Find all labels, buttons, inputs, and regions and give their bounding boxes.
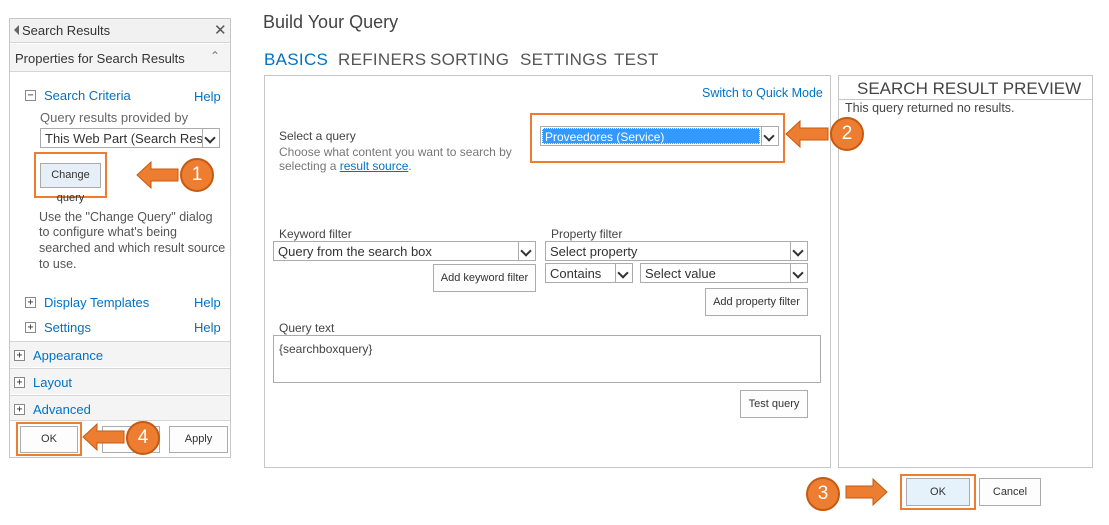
callout-badge-1: 1 (180, 158, 214, 192)
arrow-2-icon (785, 119, 829, 149)
arrow-4-icon (82, 422, 125, 452)
arrow-1-icon (136, 160, 179, 190)
callout-badge-4: 4 (126, 421, 160, 455)
arrow-3-icon (845, 477, 888, 507)
callout-badge-2: 2 (830, 117, 864, 151)
callout-badge-3: 3 (806, 477, 840, 511)
callout-arrows (82, 119, 888, 507)
